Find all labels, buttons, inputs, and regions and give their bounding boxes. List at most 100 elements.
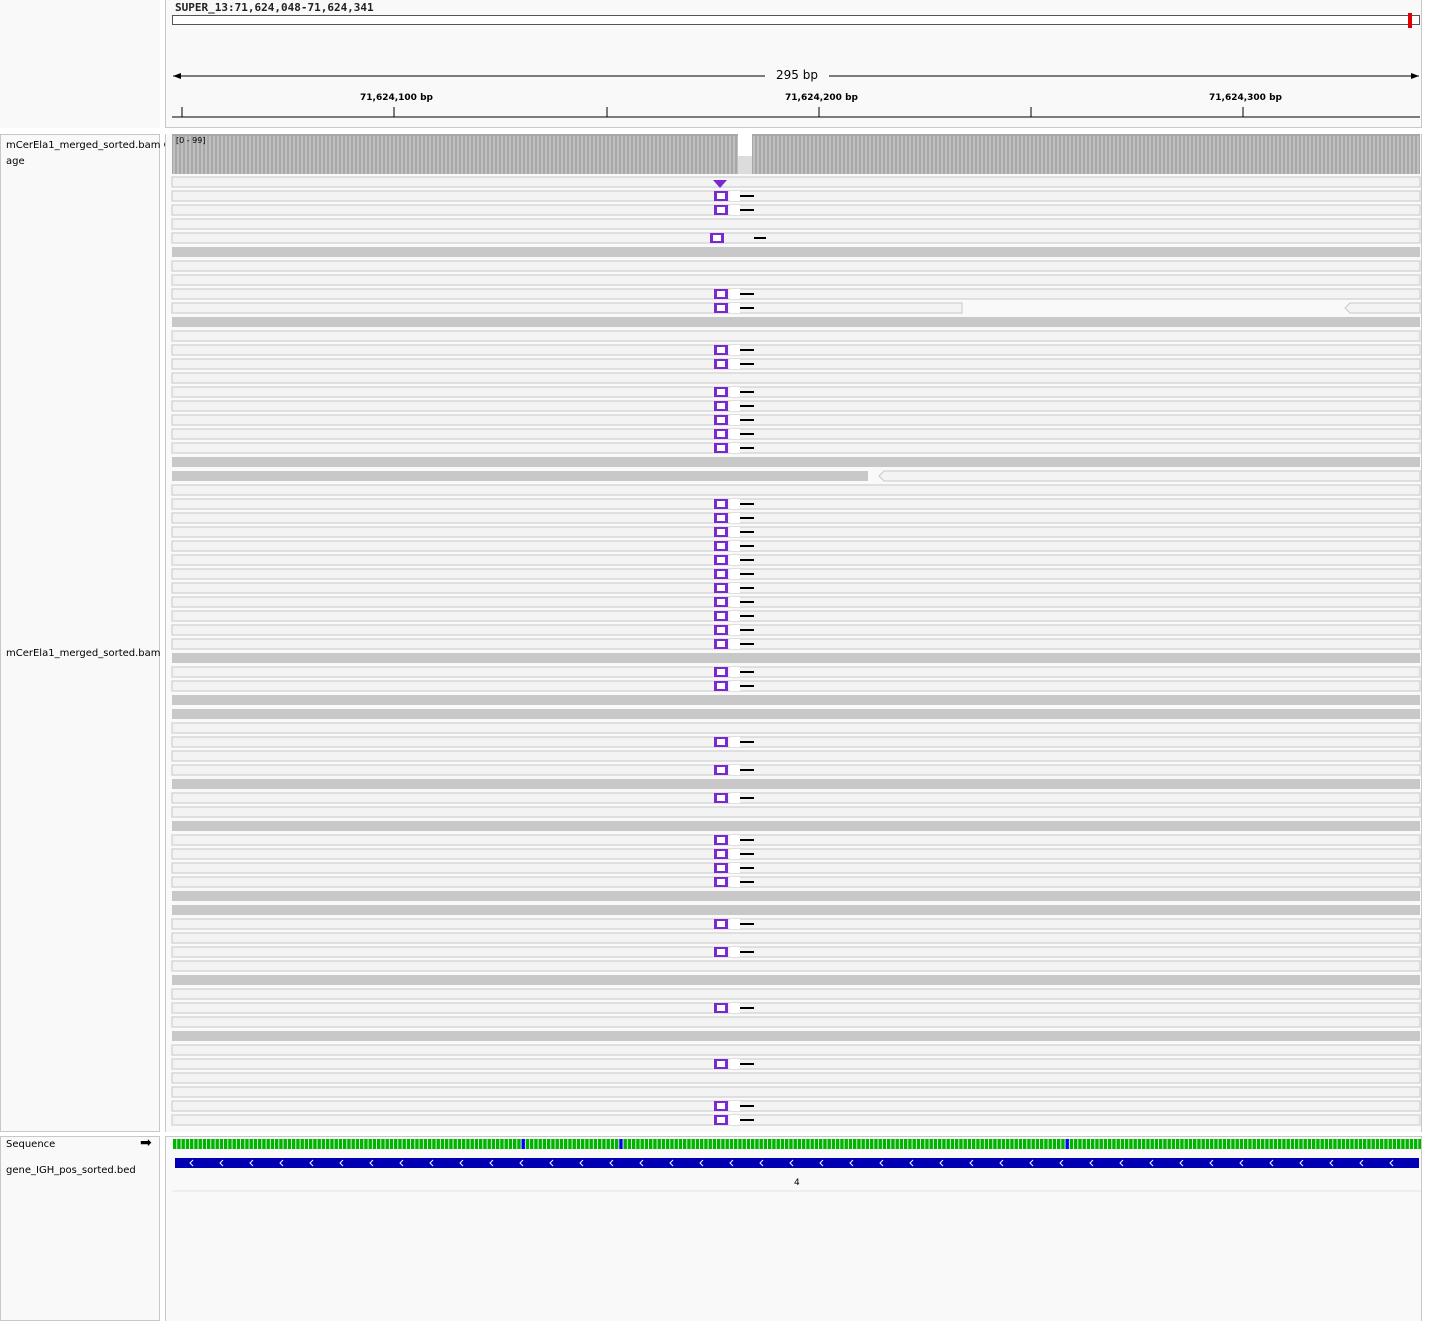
- insertion-marker-inner: [717, 347, 725, 353]
- sequence-base: [1227, 1139, 1231, 1149]
- sequence-base: [173, 1139, 177, 1149]
- right-arrow-icon[interactable]: ➡: [140, 1136, 152, 1150]
- insertion-marker-inner: [717, 1005, 725, 1011]
- insertion-marker-inner: [717, 501, 725, 507]
- sequence-base: [555, 1139, 559, 1149]
- bed-feature[interactable]: [175, 1158, 1419, 1168]
- sequence-base: [661, 1139, 666, 1149]
- sequence-base: [1108, 1139, 1112, 1149]
- sequence-base: [1116, 1139, 1120, 1149]
- sequence-track-name[interactable]: Sequence: [6, 1139, 55, 1150]
- sequence-base: [1286, 1139, 1290, 1149]
- sequence-base: [1214, 1139, 1218, 1149]
- sequence-base: [1163, 1139, 1167, 1149]
- sequence-base: [245, 1139, 249, 1149]
- sequence-base: [636, 1139, 640, 1149]
- feature-graphic[interactable]: [166, 1137, 1422, 1321]
- read: [171, 484, 1421, 496]
- sequence-base: [776, 1139, 780, 1149]
- track-name-panel[interactable]: mCerEla1_merged_sorted.bam Co age mCerEl…: [0, 134, 177, 1132]
- sequence-base: [1384, 1139, 1388, 1149]
- read: [171, 512, 1421, 524]
- sequence-base: [640, 1139, 644, 1149]
- sequence-base: [1252, 1139, 1256, 1149]
- sequence-base: [423, 1139, 428, 1149]
- sequence-base: [840, 1139, 844, 1149]
- deletion-gap: [730, 345, 740, 355]
- sequence-base: [1282, 1139, 1286, 1149]
- read-solid: [172, 695, 1420, 705]
- sequence-base: [797, 1139, 802, 1149]
- deletion-gap: [730, 499, 740, 509]
- sequence-base: [449, 1139, 453, 1149]
- insertion-marker-inner: [717, 879, 725, 885]
- sequence-base: [185, 1139, 190, 1149]
- sequence-base: [517, 1139, 521, 1149]
- coverage-range-label: [0 - 99]: [176, 136, 206, 145]
- insertion-marker-inner: [717, 207, 725, 213]
- alignment-data-panel[interactable]: [165, 134, 1422, 1132]
- sequence-base: [181, 1139, 185, 1149]
- bed-track-name[interactable]: gene_IGH_pos_sorted.bed: [6, 1165, 136, 1176]
- deletion-gap: [730, 611, 740, 621]
- read: [171, 750, 1421, 762]
- alignment-track[interactable]: [171, 176, 1421, 1126]
- read: [171, 190, 1421, 202]
- read: [171, 1100, 1421, 1112]
- sequence-base: [683, 1139, 687, 1149]
- sequence-base: [1201, 1139, 1205, 1149]
- sequence-base: [1112, 1139, 1116, 1149]
- sequence-base: [389, 1139, 394, 1149]
- sequence-base: [1167, 1139, 1171, 1149]
- read: [171, 596, 1421, 608]
- sequence-base: [1086, 1139, 1091, 1149]
- sequence-base: [253, 1139, 258, 1149]
- sequence-base: [687, 1139, 691, 1149]
- sequence-base: [1337, 1139, 1341, 1149]
- sequence-base: [190, 1139, 194, 1149]
- sequence-base: [729, 1139, 734, 1149]
- sequence-base: [925, 1139, 929, 1149]
- feature-data-panel[interactable]: [165, 1136, 1422, 1321]
- coverage-track[interactable]: [172, 134, 1420, 174]
- sequence-base: [1341, 1139, 1346, 1149]
- sequence-base: [466, 1139, 470, 1149]
- coverage-track-name[interactable]: mCerEla1_merged_sorted.bam Co: [6, 140, 177, 151]
- insertion-marker-inner: [717, 543, 725, 549]
- sequence-base: [1159, 1139, 1163, 1149]
- read: [171, 260, 1421, 272]
- sequence-base: [1312, 1139, 1316, 1149]
- sequence-base: [632, 1139, 636, 1149]
- sequence-base: [691, 1139, 695, 1149]
- sequence-base: [861, 1139, 865, 1149]
- span-right-arrow-icon: [1411, 73, 1419, 79]
- alignment-track-name[interactable]: mCerEla1_merged_sorted.bam: [6, 648, 161, 659]
- sequence-base: [955, 1139, 959, 1149]
- sequence-base: [882, 1139, 887, 1149]
- sequence-base: [1371, 1139, 1375, 1149]
- sequence-base: [738, 1139, 742, 1149]
- read: [171, 414, 1421, 426]
- deletion-gap: [730, 541, 740, 551]
- feature-name-panel[interactable]: Sequence ➡ gene_IGH_pos_sorted.bed: [0, 1136, 160, 1321]
- sequence-base: [487, 1139, 491, 1149]
- read-solid: [172, 317, 1420, 327]
- read: [171, 176, 1421, 188]
- alignment-graphic[interactable]: [166, 134, 1422, 1132]
- sequence-track[interactable]: [173, 1139, 1422, 1149]
- sequence-base: [980, 1139, 984, 1149]
- sequence-base: [330, 1139, 334, 1149]
- read-solid: [172, 779, 1420, 789]
- coverage-track-name-wrap[interactable]: age: [6, 156, 25, 167]
- insertion-marker-inner: [717, 193, 725, 199]
- sequence-base: [904, 1139, 908, 1149]
- sequence-base: [1133, 1139, 1137, 1149]
- sequence-base: [1205, 1139, 1210, 1149]
- sequence-base: [453, 1139, 457, 1149]
- sequence-base: [1278, 1139, 1282, 1149]
- span-label: 295 bp: [765, 68, 829, 82]
- deletion-gap: [730, 443, 740, 453]
- sequence-base: [275, 1139, 279, 1149]
- sequence-base: [836, 1139, 840, 1149]
- insertion-marker-inner: [717, 305, 725, 311]
